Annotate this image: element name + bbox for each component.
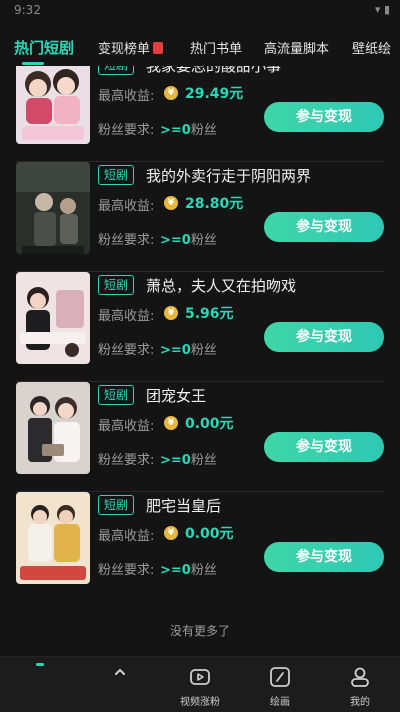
list-item[interactable]: 短剧 团宠女王 最高收益: ¥ 0.00元 粉丝要求: >=0粉丝 参与变现 (0, 382, 400, 492)
tab-monetize-rank[interactable]: 变现榜单 (98, 38, 164, 57)
drama-poster (16, 162, 90, 254)
max-earnings-label: 最高收益: (98, 309, 155, 324)
tab-monetize-rank-label: 变现榜单 (98, 42, 151, 57)
fans-unit: 粉丝 (190, 453, 217, 468)
tab-hot-books[interactable]: 热门书单 (190, 38, 242, 57)
nav-painting[interactable]: 绘画 (250, 657, 310, 712)
status-bar: 9:32 ▾ ▮ (0, 0, 400, 22)
fans-requirement-value: >=0粉丝 (160, 559, 217, 578)
fans-threshold: >=0 (160, 123, 191, 138)
poster-image (16, 66, 90, 144)
poster-image (16, 272, 90, 364)
max-earnings-value: 0.00元 (185, 416, 234, 432)
fans-requirement-label: 粉丝要求: (98, 453, 155, 468)
pencil-icon (270, 667, 290, 687)
join-monetize-button[interactable]: 参与变现 (264, 542, 384, 572)
status-icons: ▾ ▮ (374, 3, 390, 16)
list-item[interactable]: 短剧 肥宅当皇后 最高收益: ¥ 0.00元 粉丝要求: >=0粉丝 参与变现 (0, 492, 400, 602)
drama-list: 短剧 我家姜总的酸甜小事 最高收益: ¥ 29.49元 粉丝要求: >=0粉丝 … (0, 66, 400, 654)
join-monetize-button[interactable]: 参与变现 (264, 212, 384, 242)
max-earnings-label: 最高收益: (98, 199, 155, 214)
drama-title: 肥宅当皇后 (146, 497, 222, 515)
nav-video-fans-label: 视频涨粉 (180, 697, 220, 708)
fans-requirement-value: >=0粉丝 (160, 119, 217, 138)
drama-title: 我的外卖行走于阴阳两界 (146, 167, 312, 185)
drama-poster (16, 382, 90, 474)
home-icon (36, 663, 44, 666)
poster-image (16, 382, 90, 474)
fans-requirement-label: 粉丝要求: (98, 343, 155, 358)
list-end-text: 没有更多了 (169, 624, 230, 638)
coin-icon: ¥ (164, 306, 178, 320)
bottom-nav: 视频涨粉 绘画 我的 (0, 656, 400, 712)
fans-requirement-value: >=0粉丝 (160, 229, 217, 248)
fans-requirement-value: >=0粉丝 (160, 339, 217, 358)
max-earnings-value: 0.00元 (185, 526, 234, 542)
fans-requirement-label: 粉丝要求: (98, 123, 155, 138)
drama-title: 我家姜总的酸甜小事 (146, 66, 282, 75)
fans-threshold: >=0 (160, 233, 191, 248)
nav-profile-label: 我的 (350, 697, 370, 708)
fans-requirement-label: 粉丝要求: (98, 233, 155, 248)
coin-icon: ¥ (164, 196, 178, 210)
genre-tag: 短剧 (98, 495, 135, 515)
fans-unit: 粉丝 (190, 233, 217, 248)
list-item[interactable]: 短剧 我家姜总的酸甜小事 最高收益: ¥ 29.49元 粉丝要求: >=0粉丝 … (0, 66, 400, 162)
genre-tag: 短剧 (98, 66, 135, 75)
fans-requirement-value: >=0粉丝 (160, 449, 217, 468)
fans-unit: 粉丝 (190, 123, 217, 138)
drama-poster (16, 492, 90, 584)
list-item[interactable]: 短剧 我的外卖行走于阴阳两界 最高收益: ¥ 28.80元 粉丝要求: >=0粉… (0, 162, 400, 272)
drama-title: 萧总，夫人又在拍吻戏 (146, 277, 297, 295)
max-earnings-label: 最高收益: (98, 529, 155, 544)
poster-image (16, 162, 90, 254)
fans-unit: 粉丝 (190, 343, 217, 358)
tab-hot-drama[interactable]: 热门短剧 (14, 37, 74, 58)
nav-up[interactable] (90, 657, 150, 712)
max-earnings-label: 最高收益: (98, 419, 155, 434)
active-tab-indicator (22, 62, 44, 65)
nav-painting-label: 绘画 (270, 697, 290, 708)
category-tabs: 热门短剧 变现榜单 热门书单 高流量脚本 壁纸绘 (0, 32, 400, 66)
up-arrow-icon (115, 669, 125, 675)
max-earnings-value: 28.80元 (185, 196, 244, 212)
genre-tag: 短剧 (98, 165, 135, 185)
poster-image (16, 492, 90, 584)
status-time: 9:32 (14, 3, 41, 17)
fans-unit: 粉丝 (190, 563, 217, 578)
fans-requirement-label: 粉丝要求: (98, 563, 155, 578)
join-monetize-button[interactable]: 参与变现 (264, 432, 384, 462)
join-monetize-button[interactable]: 参与变现 (264, 322, 384, 352)
join-monetize-button[interactable]: 参与变现 (264, 102, 384, 132)
max-earnings-value: 5.96元 (185, 306, 234, 322)
coin-icon: ¥ (164, 526, 178, 540)
red-flag-icon (153, 42, 164, 54)
tab-wallpaper[interactable]: 壁纸绘 (352, 38, 391, 57)
drama-poster (16, 66, 90, 144)
genre-tag: 短剧 (98, 385, 135, 405)
nav-profile[interactable]: 我的 (330, 657, 390, 712)
fans-threshold: >=0 (160, 453, 191, 468)
max-earnings-label: 最高收益: (98, 89, 155, 104)
drama-poster (16, 272, 90, 364)
fans-threshold: >=0 (160, 343, 191, 358)
tab-high-traffic-script[interactable]: 高流量脚本 (264, 38, 329, 57)
video-play-icon (190, 669, 210, 685)
drama-title: 团宠女王 (146, 387, 207, 405)
list-item[interactable]: 短剧 萧总，夫人又在拍吻戏 最高收益: ¥ 5.96元 粉丝要求: >=0粉丝 … (0, 272, 400, 382)
fans-threshold: >=0 (160, 563, 191, 578)
nav-video-fans[interactable]: 视频涨粉 (170, 657, 230, 712)
nav-home[interactable] (8, 657, 68, 712)
user-icon (351, 667, 369, 687)
genre-tag: 短剧 (98, 275, 135, 295)
coin-icon: ¥ (164, 86, 178, 100)
max-earnings-value: 29.49元 (185, 86, 244, 102)
coin-icon: ¥ (164, 416, 178, 430)
